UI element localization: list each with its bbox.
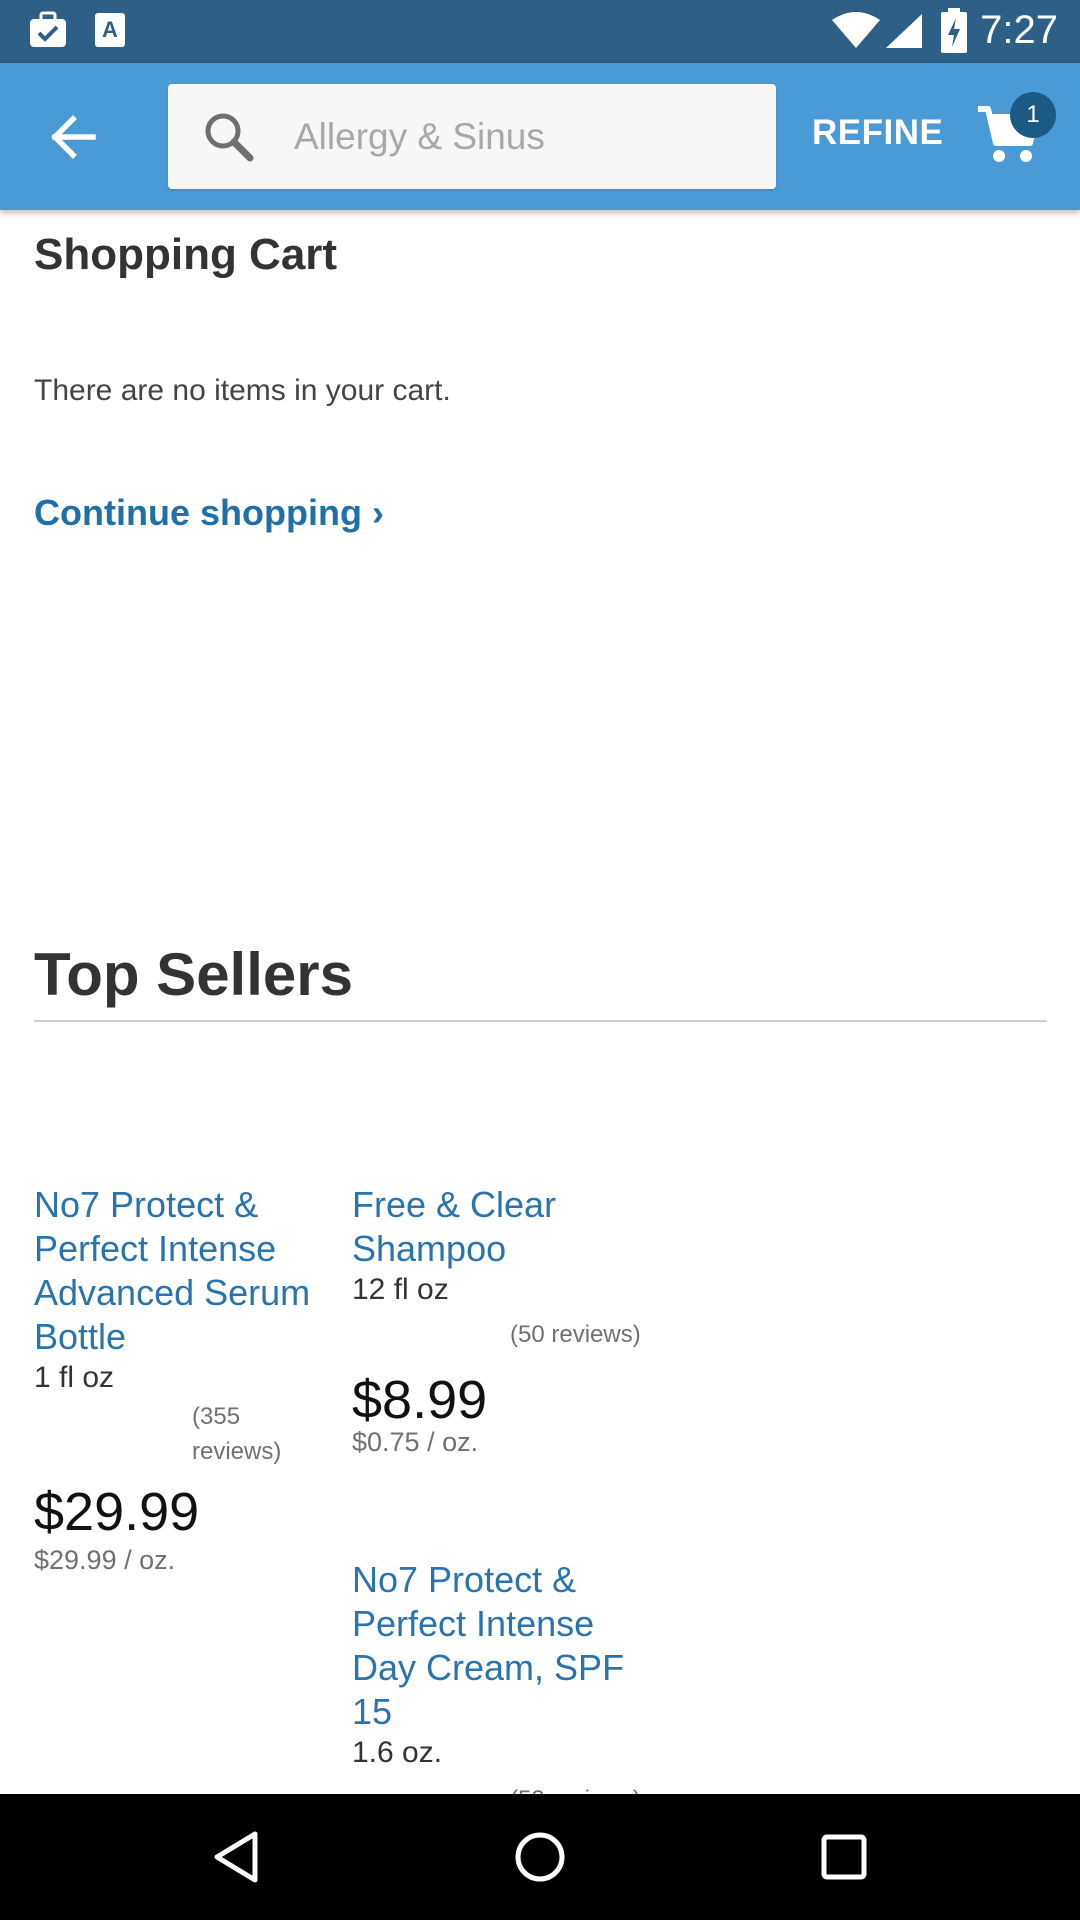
product-name[interactable]: No7 Protect & Perfect Intense Advanced S… bbox=[34, 1183, 334, 1359]
product-card[interactable]: No7 Protect & Perfect Intense Advanced S… bbox=[34, 1183, 334, 1583]
top-sellers-title: Top Sellers bbox=[34, 941, 353, 1008]
app-bar: REFINE bbox=[0, 63, 1080, 210]
system-nav-bar bbox=[0, 1794, 1080, 1920]
continue-shopping-link[interactable]: Continue shopping › bbox=[34, 492, 384, 534]
page-title: Shopping Cart bbox=[34, 230, 338, 279]
product-price: $29.99 bbox=[34, 1482, 200, 1542]
product-size: 1 fl oz bbox=[34, 1361, 115, 1394]
product-size: 12 fl oz bbox=[352, 1273, 449, 1306]
svg-text:A: A bbox=[102, 17, 118, 42]
product-reviews[interactable]: (53 reviews) bbox=[510, 1782, 652, 1794]
wifi-icon bbox=[830, 12, 882, 55]
empty-cart-message: There are no items in your cart. bbox=[34, 374, 451, 407]
search-input[interactable] bbox=[294, 84, 754, 189]
search-icon bbox=[202, 110, 254, 167]
arrow-back-icon bbox=[51, 115, 96, 159]
nav-back-triangle-icon bbox=[214, 1831, 258, 1883]
section-divider bbox=[34, 1020, 1047, 1022]
refine-button[interactable]: REFINE bbox=[812, 113, 943, 153]
back-button[interactable] bbox=[30, 101, 116, 173]
cart-count-badge: 1 bbox=[1010, 92, 1056, 138]
cell-signal-icon bbox=[884, 12, 924, 55]
product-size: 1.6 oz. bbox=[352, 1736, 443, 1769]
nav-back-button[interactable] bbox=[196, 1824, 276, 1890]
status-bar: A 7:27 bbox=[0, 0, 1080, 63]
product-price: $8.99 bbox=[352, 1370, 488, 1430]
product-reviews[interactable]: (355 reviews) bbox=[192, 1399, 312, 1469]
product-card[interactable]: Free & Clear Shampoo 12 fl oz (50 review… bbox=[352, 1183, 652, 1463]
nav-recents-button[interactable] bbox=[804, 1824, 884, 1890]
search-box[interactable] bbox=[168, 84, 776, 189]
text-a-icon: A bbox=[94, 10, 126, 55]
product-unit-price: $0.75 / oz. bbox=[352, 1427, 479, 1457]
nav-recents-square-icon bbox=[821, 1834, 867, 1880]
briefcase-check-icon bbox=[28, 10, 68, 55]
product-reviews[interactable]: (50 reviews) bbox=[510, 1317, 710, 1352]
product-card[interactable]: No7 Protect & Perfect Intense Day Cream,… bbox=[352, 1558, 652, 1794]
nav-home-button[interactable] bbox=[500, 1824, 580, 1890]
battery-charging-icon bbox=[940, 8, 968, 59]
status-time: 7:27 bbox=[980, 8, 1058, 52]
nav-home-circle-icon bbox=[515, 1832, 565, 1882]
product-name[interactable]: No7 Protect & Perfect Intense Day Cream,… bbox=[352, 1558, 652, 1734]
product-unit-price: $29.99 / oz. bbox=[34, 1545, 176, 1575]
product-name[interactable]: Free & Clear Shampoo bbox=[352, 1183, 652, 1271]
